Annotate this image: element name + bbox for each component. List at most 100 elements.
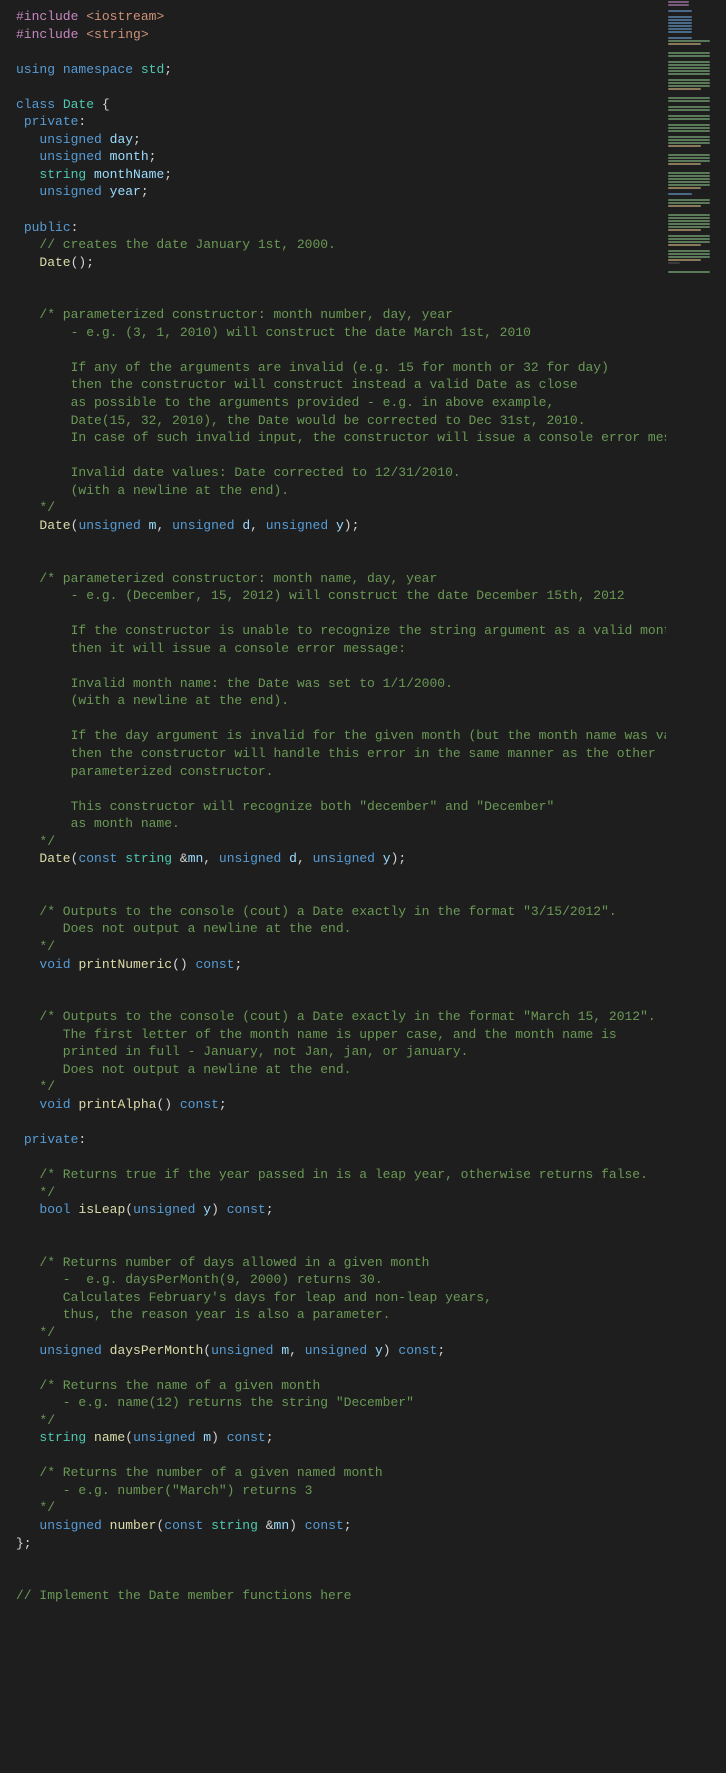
code-line[interactable]: private:	[16, 113, 726, 131]
code-line[interactable]: Date();	[16, 254, 726, 272]
code-line[interactable]: /* parameterized constructor: month name…	[16, 570, 726, 588]
code-line[interactable]: */	[16, 1412, 726, 1430]
code-line[interactable]: Does not output a newline at the end.	[16, 1061, 726, 1079]
code-line[interactable]: then the constructor will handle this er…	[16, 745, 726, 763]
code-line[interactable]: unsigned day;	[16, 131, 726, 149]
code-line[interactable]: */	[16, 833, 726, 851]
code-line[interactable]: Does not output a newline at the end.	[16, 920, 726, 938]
code-line[interactable]	[16, 271, 726, 289]
code-line[interactable]: - e.g. daysPerMonth(9, 2000) returns 30.	[16, 1271, 726, 1289]
code-line[interactable]: then it will issue a console error messa…	[16, 640, 726, 658]
code-line[interactable]: then the constructor will construct inst…	[16, 376, 726, 394]
code-line[interactable]: // creates the date January 1st, 2000.	[16, 236, 726, 254]
code-line[interactable]: string name(unsigned m) const;	[16, 1429, 726, 1447]
code-line[interactable]: Date(unsigned m, unsigned d, unsigned y)…	[16, 517, 726, 535]
minimap[interactable]	[666, 0, 726, 1773]
code-line[interactable]	[16, 710, 726, 728]
code-line[interactable]	[16, 1570, 726, 1588]
code-line[interactable]: If the constructor is unable to recogniz…	[16, 622, 726, 640]
code-line[interactable]: If any of the arguments are invalid (e.g…	[16, 359, 726, 377]
code-line[interactable]	[16, 1219, 726, 1237]
code-line[interactable]: #include <iostream>	[16, 8, 726, 26]
code-line[interactable]	[16, 289, 726, 307]
code-line[interactable]	[16, 1447, 726, 1465]
code-line[interactable]: Date(const string &mn, unsigned d, unsig…	[16, 850, 726, 868]
code-line[interactable]: unsigned number(const string &mn) const;	[16, 1517, 726, 1535]
code-line[interactable]: (with a newline at the end).	[16, 482, 726, 500]
token-punct	[16, 149, 39, 164]
code-line[interactable]: - e.g. number("March") returns 3	[16, 1482, 726, 1500]
code-line[interactable]: Date(15, 32, 2010), the Date would be co…	[16, 412, 726, 430]
code-line[interactable]: void printAlpha() const;	[16, 1096, 726, 1114]
code-line[interactable]: #include <string>	[16, 26, 726, 44]
code-line[interactable]: as possible to the arguments provided - …	[16, 394, 726, 412]
code-line[interactable]: Invalid date values: Date corrected to 1…	[16, 464, 726, 482]
code-line[interactable]: In case of such invalid input, the const…	[16, 429, 726, 447]
code-line[interactable]	[16, 605, 726, 623]
code-line[interactable]	[16, 341, 726, 359]
minimap-line	[668, 40, 710, 42]
code-line[interactable]: Calculates February's days for leap and …	[16, 1289, 726, 1307]
code-line[interactable]: */	[16, 1499, 726, 1517]
code-line[interactable]: parameterized constructor.	[16, 763, 726, 781]
code-line[interactable]	[16, 43, 726, 61]
minimap-line	[668, 67, 710, 69]
code-line[interactable]: unsigned daysPerMonth(unsigned m, unsign…	[16, 1342, 726, 1360]
code-line[interactable]: (with a newline at the end).	[16, 692, 726, 710]
code-line[interactable]: printed in full - January, not Jan, jan,…	[16, 1043, 726, 1061]
code-line[interactable]	[16, 447, 726, 465]
code-line[interactable]: */	[16, 1184, 726, 1202]
code-line[interactable]: using namespace std;	[16, 61, 726, 79]
code-line[interactable]	[16, 1236, 726, 1254]
code-line[interactable]	[16, 780, 726, 798]
code-line[interactable]: /* Outputs to the console (cout) a Date …	[16, 903, 726, 921]
code-line[interactable]	[16, 1149, 726, 1167]
code-line[interactable]: If the day argument is invalid for the g…	[16, 727, 726, 745]
code-line[interactable]: /* parameterized constructor: month numb…	[16, 306, 726, 324]
code-line[interactable]: /* Returns true if the year passed in is…	[16, 1166, 726, 1184]
token-punct: ;	[149, 149, 157, 164]
code-line[interactable]: unsigned year;	[16, 183, 726, 201]
code-line[interactable]: public:	[16, 219, 726, 237]
code-line[interactable]: */	[16, 1324, 726, 1342]
code-line[interactable]: /* Returns number of days allowed in a g…	[16, 1254, 726, 1272]
code-line[interactable]	[16, 78, 726, 96]
code-line[interactable]: This constructor will recognize both "de…	[16, 798, 726, 816]
code-line[interactable]: */	[16, 938, 726, 956]
code-line[interactable]: - e.g. name(12) returns the string "Dece…	[16, 1394, 726, 1412]
code-line[interactable]: /* Outputs to the console (cout) a Date …	[16, 1008, 726, 1026]
code-line[interactable]: - e.g. (December, 15, 2012) will constru…	[16, 587, 726, 605]
code-line[interactable]: string monthName;	[16, 166, 726, 184]
token-punct	[16, 851, 39, 866]
code-line[interactable]: Invalid month name: the Date was set to …	[16, 675, 726, 693]
code-line[interactable]	[16, 552, 726, 570]
code-line[interactable]	[16, 657, 726, 675]
code-line[interactable]: class Date {	[16, 96, 726, 114]
token-punct	[16, 1325, 39, 1340]
code-line[interactable]	[16, 201, 726, 219]
code-line[interactable]	[16, 1359, 726, 1377]
code-line[interactable]: */	[16, 499, 726, 517]
code-line[interactable]: The first letter of the month name is up…	[16, 1026, 726, 1044]
code-line[interactable]	[16, 534, 726, 552]
code-line[interactable]: - e.g. (3, 1, 2010) will construct the d…	[16, 324, 726, 342]
code-line[interactable]: void printNumeric() const;	[16, 956, 726, 974]
code-line[interactable]	[16, 973, 726, 991]
code-line[interactable]: unsigned month;	[16, 148, 726, 166]
code-line[interactable]	[16, 868, 726, 886]
code-line[interactable]: // Implement the Date member functions h…	[16, 1587, 726, 1605]
code-line[interactable]	[16, 991, 726, 1009]
code-line[interactable]	[16, 1113, 726, 1131]
code-editor[interactable]: #include <iostream>#include <string> usi…	[0, 0, 726, 1613]
code-line[interactable]: thus, the reason year is also a paramete…	[16, 1306, 726, 1324]
code-line[interactable]: private:	[16, 1131, 726, 1149]
code-line[interactable]: bool isLeap(unsigned y) const;	[16, 1201, 726, 1219]
code-line[interactable]	[16, 1552, 726, 1570]
code-line[interactable]: };	[16, 1535, 726, 1553]
code-line[interactable]	[16, 885, 726, 903]
code-line[interactable]: /* Returns the name of a given month	[16, 1377, 726, 1395]
token-param: y	[375, 1343, 383, 1358]
code-line[interactable]: /* Returns the number of a given named m…	[16, 1464, 726, 1482]
code-line[interactable]: */	[16, 1078, 726, 1096]
code-line[interactable]: as month name.	[16, 815, 726, 833]
